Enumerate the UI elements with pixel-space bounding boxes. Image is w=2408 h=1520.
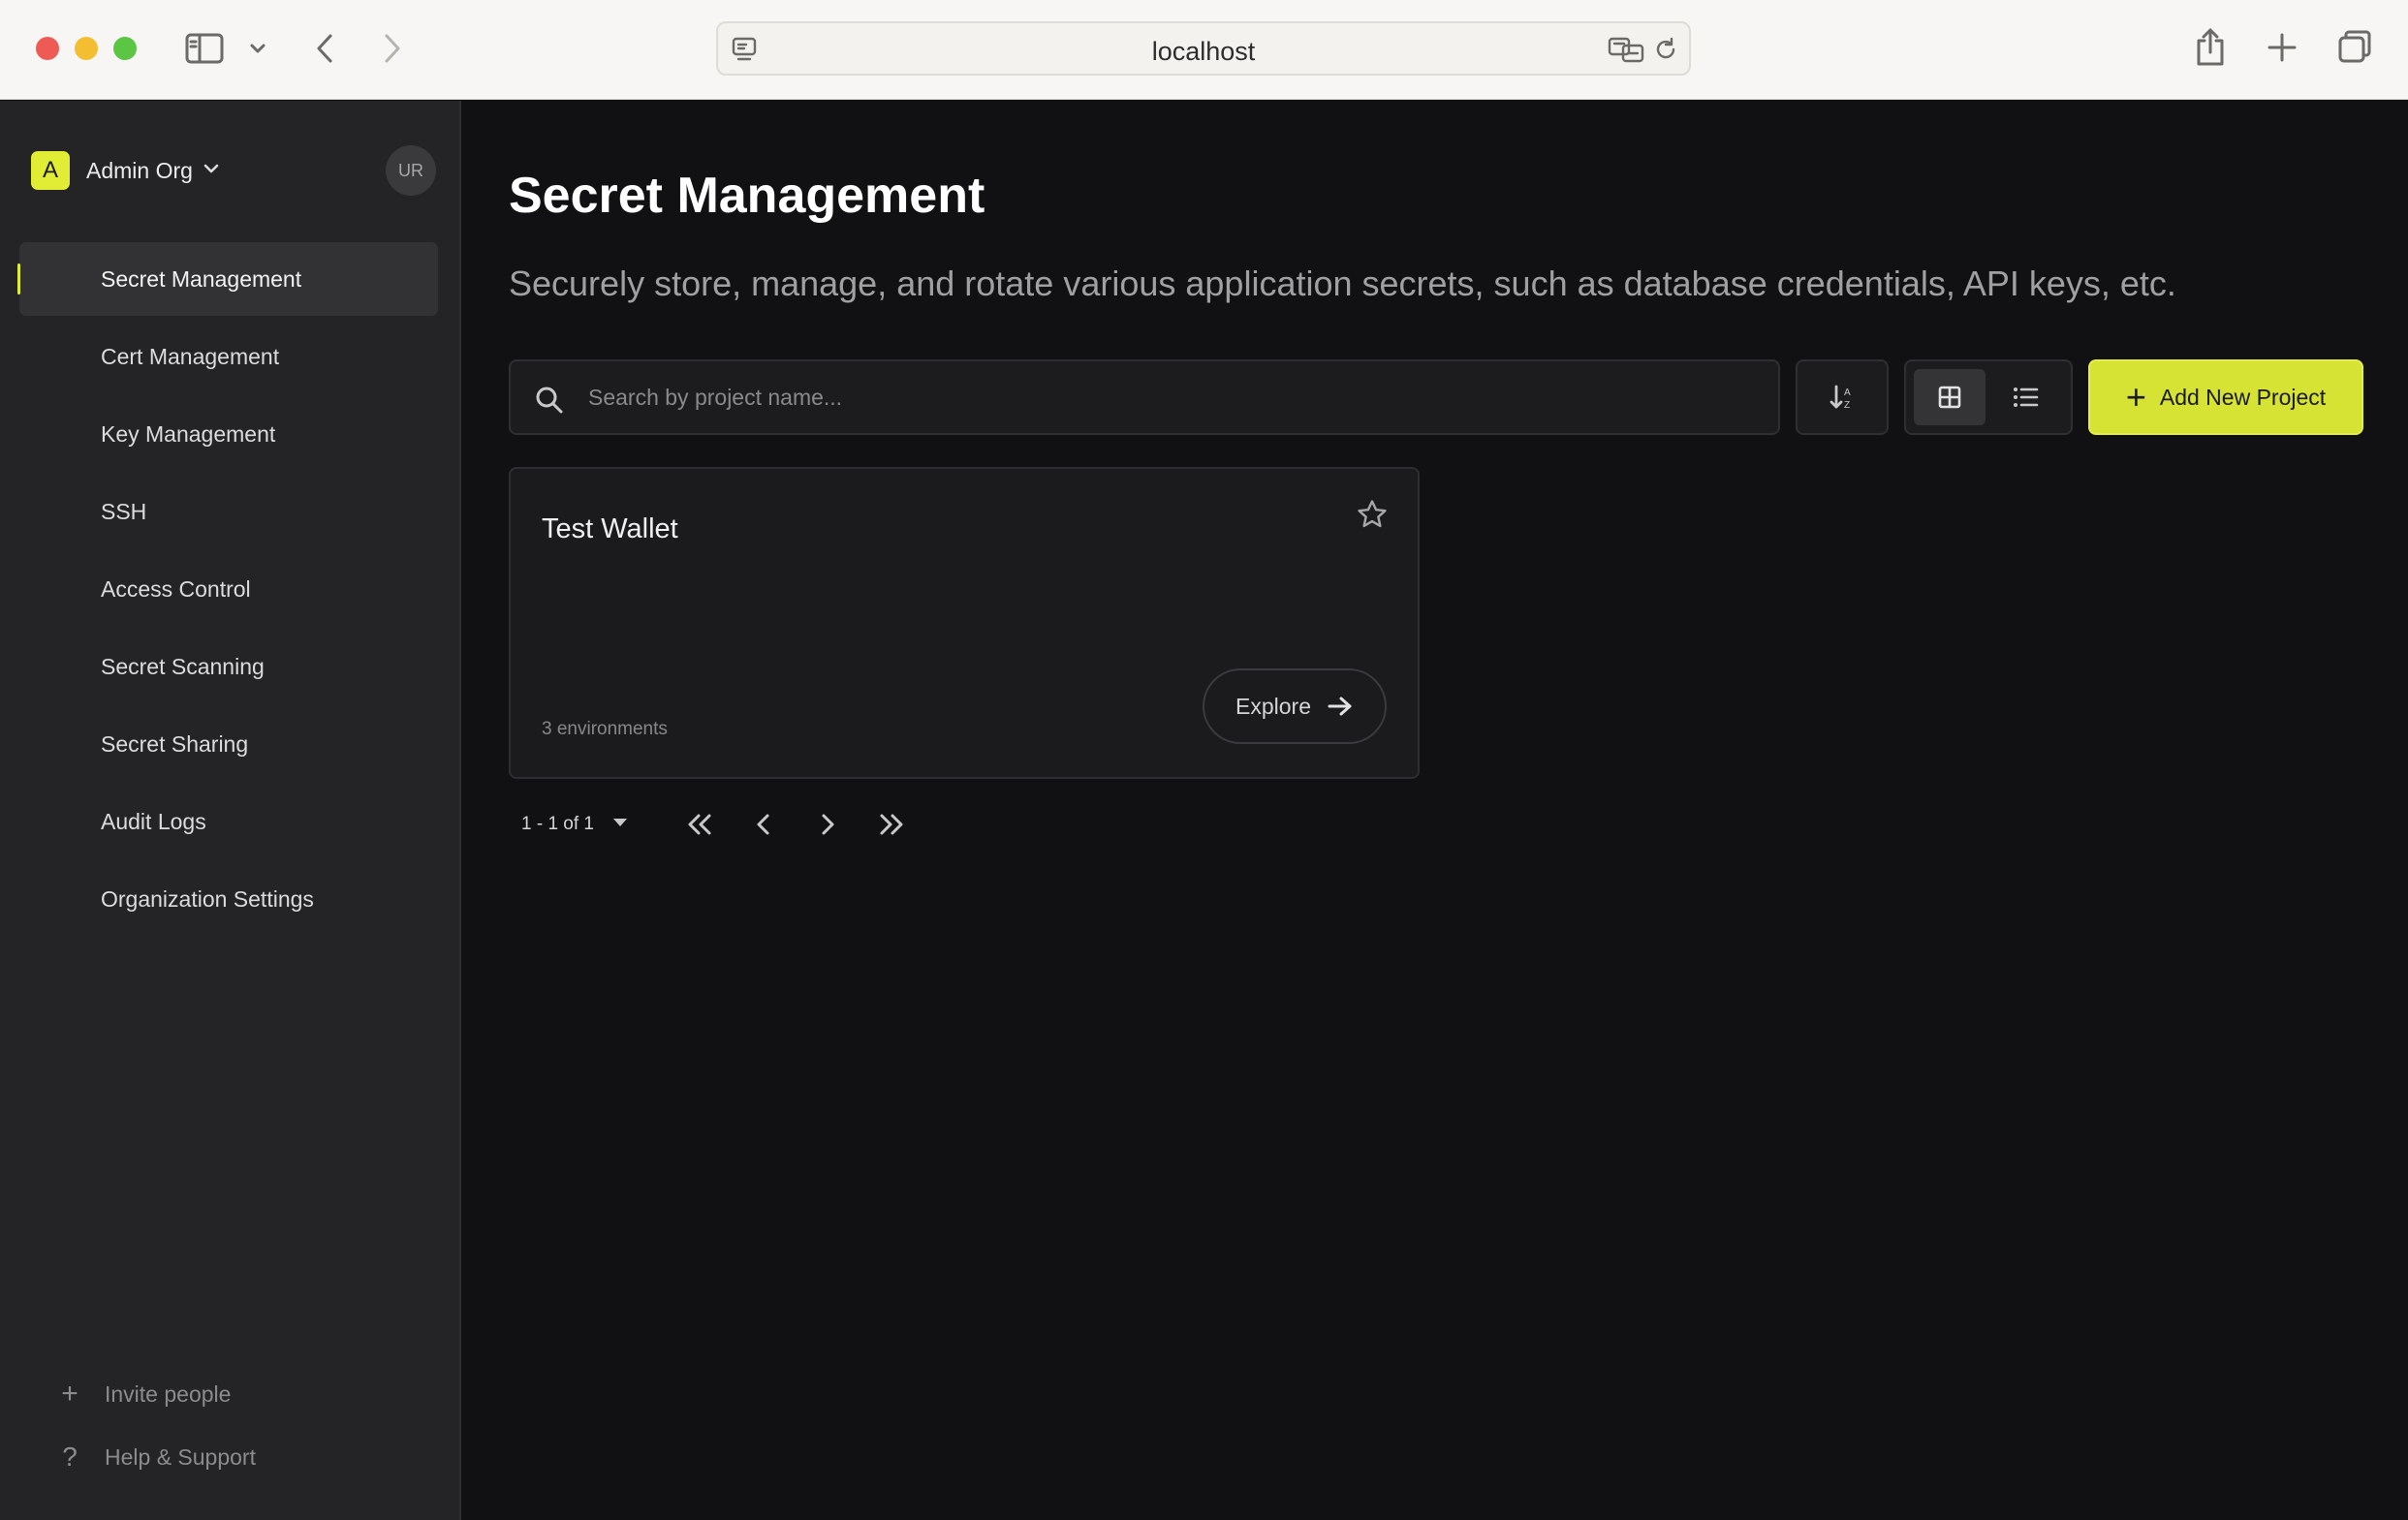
star-icon[interactable] (1356, 498, 1389, 536)
last-page-button[interactable] (869, 802, 914, 847)
address-bar[interactable]: localhost (716, 21, 1691, 76)
double-chevron-right-icon (880, 814, 903, 835)
sidebar-item-secret-sharing[interactable]: Secret Sharing (19, 707, 438, 781)
chevron-down-icon[interactable] (247, 39, 268, 58)
next-page-button[interactable] (805, 802, 850, 847)
invite-people-label: Invite people (105, 1380, 232, 1407)
pagination: 1 - 1 of 1 (521, 800, 933, 849)
grid-view-button[interactable] (1914, 369, 1986, 425)
user-avatar[interactable]: UR (386, 145, 436, 196)
url-text[interactable]: localhost (718, 37, 1689, 67)
view-toggle (1904, 359, 2073, 435)
close-window-button[interactable] (36, 37, 59, 60)
grid-icon (1938, 386, 1961, 409)
sidebar-item-cert-management[interactable]: Cert Management (19, 320, 438, 393)
org-name: Admin Org (86, 157, 193, 183)
back-arrow-icon[interactable] (308, 31, 341, 66)
browser-titlebar: localhost (0, 0, 2408, 100)
sort-icon: A Z (1829, 385, 1851, 411)
help-support-label: Help & Support (105, 1443, 256, 1470)
share-icon[interactable] (2192, 25, 2229, 70)
minimize-window-button[interactable] (75, 37, 98, 60)
project-card[interactable]: Test Wallet 3 environments Explore (509, 467, 1420, 779)
chevron-right-icon (822, 814, 834, 835)
first-page-button[interactable] (677, 802, 722, 847)
chevron-down-icon (203, 162, 220, 179)
org-avatar: A (31, 151, 70, 190)
add-new-project-label: Add New Project (2159, 384, 2327, 410)
forward-arrow-icon[interactable] (376, 31, 409, 66)
plus-icon: + (61, 1378, 78, 1410)
project-environments: 3 environments (542, 719, 668, 739)
sidebar-item-audit-logs[interactable]: Audit Logs (19, 785, 438, 858)
svg-text:Z: Z (1844, 400, 1850, 411)
explore-label: Explore (1235, 693, 1311, 719)
main-content: Secret Management Securely store, manage… (463, 101, 2408, 1520)
sort-button[interactable]: A Z (1796, 359, 1889, 435)
svg-text:A: A (1844, 388, 1851, 398)
search-box (509, 359, 1780, 435)
project-name: Test Wallet (542, 513, 678, 544)
sidebar-item-secret-scanning[interactable]: Secret Scanning (19, 630, 438, 703)
sidebar-item-access-control[interactable]: Access Control (19, 552, 438, 626)
question-icon: ? (62, 1442, 78, 1472)
search-input[interactable] (588, 361, 1751, 433)
pagination-range: 1 - 1 of 1 (521, 814, 594, 834)
search-icon (536, 387, 563, 414)
new-tab-icon[interactable] (2264, 29, 2300, 66)
caret-down-icon[interactable] (611, 816, 629, 833)
previous-page-button[interactable] (741, 802, 786, 847)
org-switcher[interactable]: A Admin Org (31, 151, 220, 190)
translate-icon[interactable] (1608, 35, 1644, 64)
explore-button[interactable]: Explore (1203, 668, 1387, 744)
sidebar-item-secret-management[interactable]: Secret Management (17, 242, 438, 316)
help-support-link[interactable]: ? Help & Support (56, 1442, 256, 1473)
tab-overview-icon[interactable] (2335, 27, 2374, 66)
list-icon (2014, 388, 2039, 407)
add-new-project-button[interactable]: + Add New Project (2088, 359, 2363, 435)
page-subtitle: Securely store, manage, and rotate vario… (509, 264, 2176, 303)
sidebar: A Admin Org UR Secret Management Cert Ma… (0, 101, 461, 1520)
sidebar-item-ssh[interactable]: SSH (19, 475, 438, 548)
invite-people-link[interactable]: + Invite people (56, 1378, 231, 1411)
chevron-left-icon (757, 814, 769, 835)
sidebar-nav: Secret Management Cert Management Key Ma… (17, 242, 438, 940)
arrow-right-icon (1328, 697, 1352, 716)
zoom-window-button[interactable] (113, 37, 137, 60)
reload-icon[interactable] (1650, 35, 1681, 64)
sidebar-toggle-icon[interactable] (184, 31, 225, 66)
sidebar-item-organization-settings[interactable]: Organization Settings (19, 862, 438, 936)
page-title: Secret Management (509, 168, 985, 224)
sidebar-item-key-management[interactable]: Key Management (19, 397, 438, 471)
plus-icon: + (2125, 377, 2146, 417)
list-view-button[interactable] (1989, 369, 2061, 425)
double-chevron-left-icon (688, 814, 711, 835)
